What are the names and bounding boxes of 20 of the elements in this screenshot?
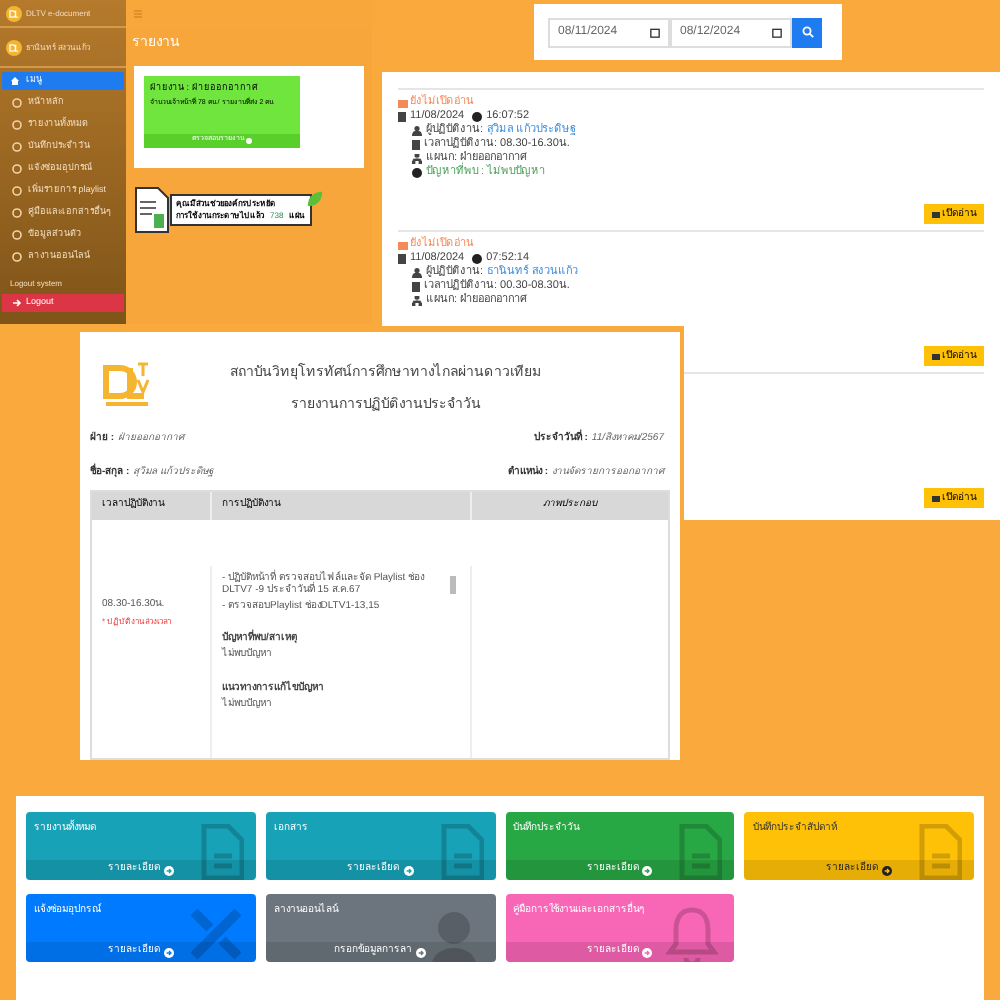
hierarchy-icon [412, 296, 422, 306]
circle-icon [12, 185, 22, 195]
leaf-icon [305, 190, 324, 208]
circle-icon [12, 141, 22, 151]
circle-icon [12, 207, 22, 217]
circle-icon [12, 229, 22, 239]
logout-icon [12, 298, 22, 308]
circle-icon [12, 97, 22, 107]
circle-icon [12, 163, 22, 173]
circle-icon [12, 251, 22, 261]
logo-icon [6, 39, 22, 55]
home-icon [10, 76, 20, 86]
hierarchy-icon [412, 154, 422, 164]
search-icon [801, 26, 813, 38]
logo-icon [6, 5, 22, 21]
user-icon [412, 126, 422, 136]
user-icon [412, 268, 422, 278]
search-button[interactable] [792, 17, 822, 47]
circle-icon [12, 119, 22, 129]
scrollbar[interactable] [450, 575, 456, 594]
